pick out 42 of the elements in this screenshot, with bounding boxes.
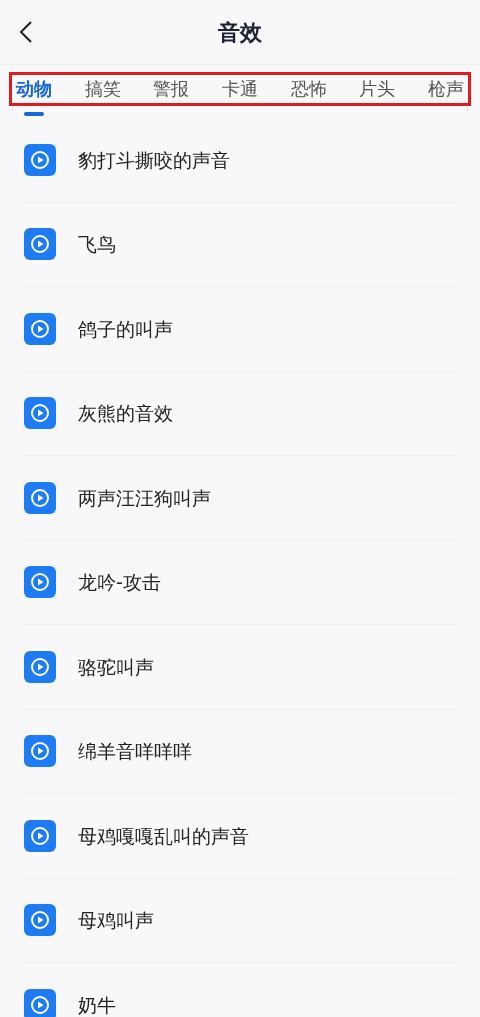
play-icon (24, 228, 56, 261)
category-tab[interactable]: 卡通 (221, 80, 258, 98)
sound-name: 飞鸟 (78, 232, 116, 257)
category-tab[interactable]: 动物 (16, 80, 52, 98)
category-tab[interactable]: 警报 (153, 80, 190, 98)
tab-indicator (24, 112, 44, 116)
play-icon (24, 735, 56, 768)
category-tab[interactable]: 片头 (359, 80, 396, 98)
sound-item[interactable]: 飞鸟 (0, 202, 480, 286)
sound-item[interactable]: 母鸡叫声 (0, 878, 480, 962)
category-tab[interactable]: 搞笑 (84, 80, 121, 98)
back-icon (19, 21, 33, 43)
play-icon (24, 481, 56, 514)
sound-name: 鸽子的叫声 (78, 316, 173, 342)
sound-item[interactable]: 龙吟-攻击 (0, 540, 480, 624)
category-tab[interactable]: 枪声 (427, 80, 464, 98)
sound-item[interactable]: 奶牛 (0, 963, 480, 1017)
category-tab[interactable]: 恐怖 (290, 80, 327, 98)
play-icon (24, 397, 56, 430)
sound-name: 两声汪汪狗叫声 (78, 485, 211, 511)
sound-item[interactable]: 灰熊的音效 (0, 371, 480, 455)
sound-name: 绵羊音咩咩咩 (78, 739, 192, 764)
play-icon (24, 904, 56, 937)
play-icon (24, 312, 56, 345)
sound-item[interactable]: 绵羊音咩咩咩 (0, 709, 480, 793)
sound-name: 骆驼叫声 (78, 654, 154, 680)
play-icon (24, 819, 56, 852)
sound-item[interactable]: 母鸡嘎嘎乱叫的声音 (0, 794, 480, 878)
sound-item[interactable]: 两声汪汪狗叫声 (0, 456, 480, 540)
play-icon (24, 566, 56, 599)
page-title: 音效 (218, 18, 262, 47)
play-icon (24, 650, 56, 683)
play-icon (24, 143, 56, 176)
sound-item[interactable]: 鸽子的叫声 (0, 287, 480, 371)
sound-name: 灰熊的音效 (78, 401, 173, 426)
sound-name: 母鸡嘎嘎乱叫的声音 (78, 823, 249, 849)
sound-name: 母鸡叫声 (78, 908, 154, 933)
sound-item[interactable]: 豹打斗撕咬的声音 (0, 118, 480, 202)
sound-item[interactable]: 骆驼叫声 (0, 625, 480, 709)
sound-name: 龙吟-攻击 (78, 570, 161, 595)
sound-name: 豹打斗撕咬的声音 (78, 147, 230, 173)
sound-name: 奶牛 (78, 992, 116, 1017)
